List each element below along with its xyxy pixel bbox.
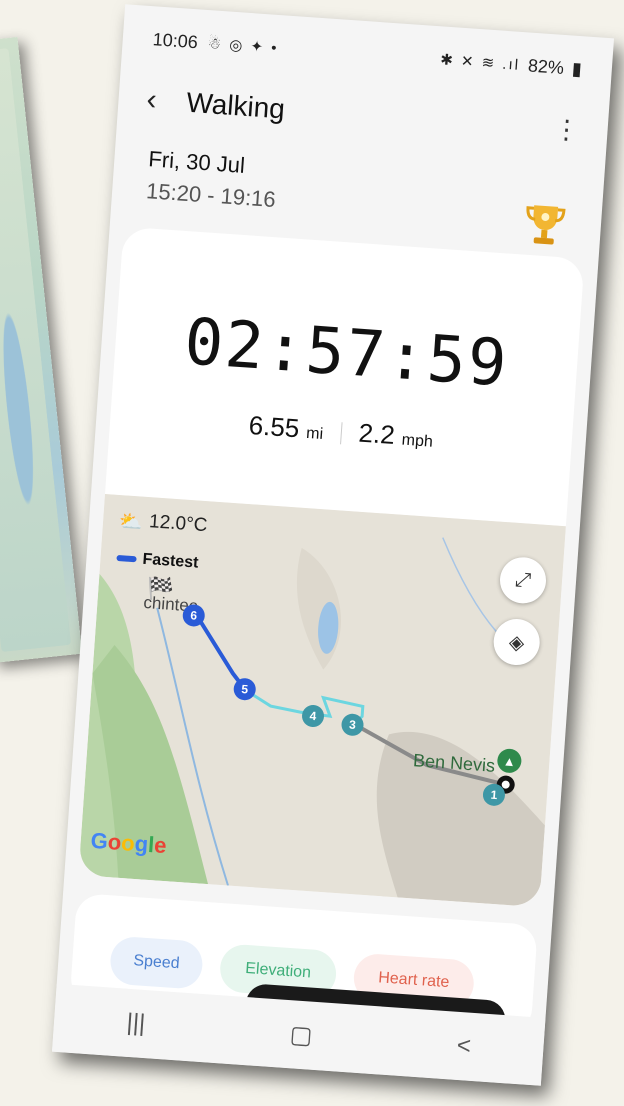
stats-divider [339, 422, 343, 445]
notification-icons: ☃ ◎ ✦ • [207, 35, 280, 57]
tab-elevation-label: Elevation [244, 959, 312, 982]
status-time: 10:06 [152, 28, 199, 52]
tab-speed[interactable]: Speed [108, 935, 204, 990]
session-date: Fri, 30 Jul [147, 146, 246, 178]
google-logo: Google [89, 827, 168, 859]
nav-back-icon[interactable]: < [456, 1032, 472, 1061]
home-icon[interactable]: ▢ [289, 1020, 314, 1051]
back-arrow-icon[interactable]: ‹ [145, 83, 187, 120]
app-header: ‹ Walking ⋮ [145, 78, 581, 152]
duration-readout: 02:57:59 [182, 305, 511, 402]
tab-speed-label: Speed [132, 952, 181, 973]
page-title: Walking [185, 86, 286, 125]
layers-icon: ◈ [508, 631, 526, 655]
route-map[interactable]: ⛅ 12.0°C Fastest chintee 🏁 Ben Nevis ▲ 6… [78, 493, 566, 908]
trophy-icon[interactable] [523, 201, 566, 250]
finish-flag-icon: 🏁 [145, 575, 175, 602]
distance-value: 6.55 [247, 409, 301, 444]
recent-apps-icon[interactable]: ||| [126, 1009, 147, 1038]
temperature-label: 12.0°C [148, 511, 209, 537]
more-options-icon[interactable]: ⋮ [553, 113, 581, 145]
fastest-swatch [116, 554, 137, 563]
battery-icon: ▮ [571, 58, 583, 79]
legend-fastest-label: Fastest [141, 550, 200, 572]
battery-level: 82% [527, 54, 565, 78]
speed-value: 2.2 [357, 417, 396, 451]
session-time-range: 15:20 - 19:16 [145, 178, 277, 213]
phone-screen: 10:06 ☃ ◎ ✦ • ✱ ✕ ≋ .ıl 82% ▮ ‹ Walking … [51, 4, 615, 1086]
status-bar: 10:06 ☃ ◎ ✦ • ✱ ✕ ≋ .ıl 82% ▮ [152, 24, 583, 84]
expand-icon: ⤢ [514, 568, 532, 592]
background-photo [0, 36, 83, 664]
distance-unit: mi [305, 424, 324, 444]
tab-heart-rate-label: Heart rate [377, 969, 450, 992]
workout-summary-card: 02:57:59 6.55 mi 2.2 mph ⛅ 12.0°C Fastes… [78, 226, 585, 908]
system-icons: ✱ ✕ ≋ .ıl [439, 51, 521, 74]
weather-icon: ⛅ [118, 511, 144, 534]
stats-row: 6.55 mi 2.2 mph [109, 400, 572, 463]
speed-unit: mph [401, 431, 434, 451]
